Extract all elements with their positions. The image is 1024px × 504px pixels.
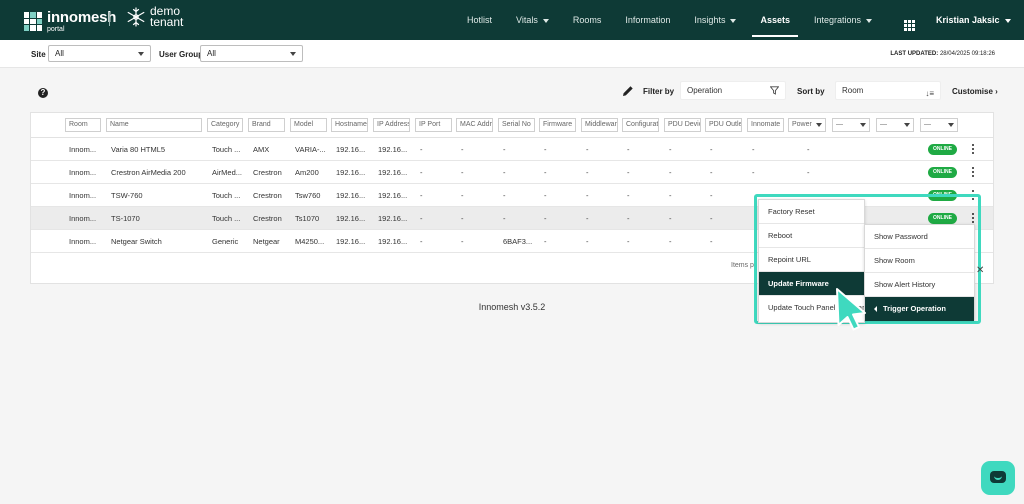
chevron-right-icon: › <box>995 87 998 96</box>
chevron-down-icon <box>816 123 822 127</box>
column-filter-serial-no[interactable]: Serial No <box>498 118 535 132</box>
status-badge: ONLINE <box>928 144 957 155</box>
chevron-down-icon <box>866 18 873 23</box>
table-row[interactable]: Innom... Crestron AirMedia 200 AirMed...… <box>31 161 993 184</box>
user-menu[interactable]: Kristian Jaksic <box>936 0 1011 40</box>
chevron-down-icon <box>542 18 549 23</box>
menu-item-trigger-operation[interactable]: Trigger Operation <box>865 297 974 321</box>
nav-vitals[interactable]: Vitals <box>504 0 561 40</box>
user-group-label: User Group <box>159 50 204 59</box>
user-group-select[interactable]: All <box>200 45 303 62</box>
more-options-icon[interactable] <box>971 167 975 178</box>
sort-icon: ↓≡ <box>925 89 934 98</box>
filter-by-field[interactable]: Operation <box>680 81 786 100</box>
snowflake-icon <box>127 7 145 27</box>
nav-information[interactable]: Information <box>613 0 682 40</box>
pointer-cursor-icon <box>836 288 866 331</box>
column-filter-configuration[interactable]: Configuration <box>622 118 659 132</box>
items-per-page-label: Items p <box>731 262 754 269</box>
menu-item-factory-reset[interactable]: Factory Reset <box>759 200 864 224</box>
asset-more-menu: Show Password Show Room Show Alert Histo… <box>864 224 975 321</box>
menu-item-show-room[interactable]: Show Room <box>865 249 974 273</box>
menu-item-reboot[interactable]: Reboot <box>759 224 864 248</box>
logo-sub: portal <box>47 26 65 33</box>
sort-by-field[interactable]: Room ↓≡ <box>835 81 941 100</box>
nav-rooms[interactable]: Rooms <box>561 0 614 40</box>
column-select-2[interactable]: — <box>876 118 914 132</box>
last-updated: LAST UPDATED: 28/04/2025 09:18:26 <box>890 51 995 57</box>
main-nav: Hotlist Vitals Rooms Information Insight… <box>455 0 884 40</box>
menu-item-show-password[interactable]: Show Password <box>865 225 974 249</box>
chevron-down-icon <box>730 18 737 23</box>
chevron-down-icon <box>860 123 866 127</box>
column-filter-ip-port[interactable]: IP Port <box>415 118 452 132</box>
caret-left-icon <box>874 306 877 313</box>
innomesh-logo-icon <box>24 12 42 31</box>
customise-button[interactable]: Customise › <box>952 87 998 96</box>
apps-grid-icon[interactable] <box>904 20 915 31</box>
chat-bubble-icon <box>990 471 1006 483</box>
tenant-line2: tenant <box>150 15 184 29</box>
column-filter-power[interactable]: Power <box>788 118 826 132</box>
chevron-down-icon <box>904 123 910 127</box>
innomesh-logo[interactable]: innomesh portal <box>24 10 116 33</box>
help-icon[interactable]: ? <box>38 88 48 98</box>
chevron-down-icon <box>948 123 954 127</box>
column-select-3[interactable]: — <box>920 118 958 132</box>
more-options-icon[interactable] <box>971 144 975 155</box>
chevron-down-icon <box>138 52 144 56</box>
table-header: Room Name Category Brand Model Hostname … <box>31 113 993 138</box>
column-filter-hostname[interactable]: Hostname <box>331 118 368 132</box>
status-badge: ONLINE <box>928 167 957 178</box>
logo-name: innomesh <box>47 9 117 26</box>
expand-icon: ✕ <box>976 265 985 276</box>
chat-support-button[interactable] <box>981 461 1015 495</box>
column-filter-category[interactable]: Category <box>207 118 243 132</box>
tenant-logo: demo tenant <box>126 5 184 29</box>
nav-hotlist[interactable]: Hotlist <box>455 0 504 40</box>
column-filter-pdu-device[interactable]: PDU Device <box>664 118 701 132</box>
site-select[interactable]: All <box>48 45 151 62</box>
menu-item-show-alert-history[interactable]: Show Alert History <box>865 273 974 297</box>
column-filter-brand[interactable]: Brand <box>248 118 285 132</box>
nav-integrations[interactable]: Integrations <box>802 0 884 40</box>
site-label: Site <box>31 50 46 59</box>
column-filter-pdu-outlet[interactable]: PDU Outlet <box>705 118 742 132</box>
nav-insights[interactable]: Insights <box>682 0 748 40</box>
column-filter-model[interactable]: Model <box>290 118 327 132</box>
table-row[interactable]: Innom... Varia 80 HTML5 Touch ... AMX VA… <box>31 138 993 161</box>
logo-divider <box>109 12 110 26</box>
top-navbar: innomesh portal demo tenant Hotlist Vita… <box>0 0 1024 40</box>
menu-item-repoint-url[interactable]: Repoint URL <box>759 248 864 272</box>
column-filter-ip-address[interactable]: IP Address <box>373 118 410 132</box>
column-filter-middleware[interactable]: Middleware <box>581 118 618 132</box>
column-filter-room[interactable]: Room <box>65 118 101 132</box>
column-filter-firmware[interactable]: Firmware <box>539 118 576 132</box>
column-filter-mac-address[interactable]: MAC Address <box>456 118 493 132</box>
pencil-icon[interactable] <box>622 85 634 97</box>
column-filter-name[interactable]: Name <box>106 118 202 132</box>
sort-by-label: Sort by <box>797 87 825 96</box>
filter-funnel-icon <box>770 86 779 95</box>
column-select-1[interactable]: — <box>832 118 870 132</box>
chevron-down-icon <box>290 52 296 56</box>
chevron-down-icon <box>1004 18 1011 23</box>
column-filter-innomate[interactable]: Innomate <box>747 118 784 132</box>
filter-bar: Site All User Group All LAST UPDATED: 28… <box>0 40 1024 68</box>
nav-assets[interactable]: Assets <box>748 0 802 40</box>
filter-by-label: Filter by <box>643 87 675 96</box>
